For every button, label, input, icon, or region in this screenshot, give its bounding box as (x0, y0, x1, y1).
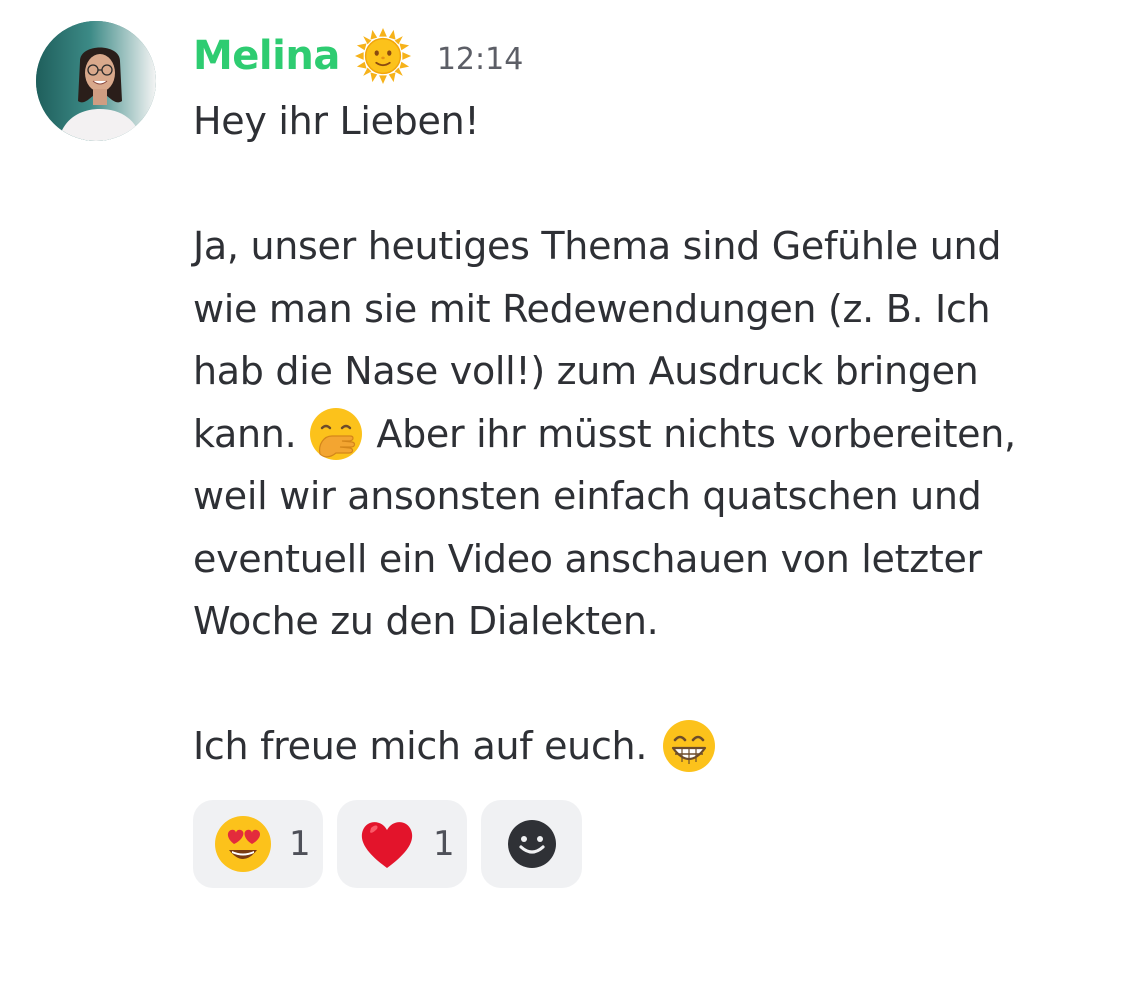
message-text: kann. (193, 411, 297, 456)
reaction-red-heart[interactable]: 1 (337, 800, 467, 888)
message-body: Hey ihr Lieben! Ja, unser heutiges Thema… (193, 90, 1113, 778)
message-line: Ja, unser heutiges Thema sind Gefühle un… (193, 224, 1002, 268)
message-line: eventuell ein Video anschauen von letzte… (193, 536, 982, 581)
message-line: hab die Nase voll!) zum Ausdruck bringen (193, 349, 979, 393)
message-line: Ich freue mich auf euch. (193, 715, 1113, 778)
reactions-bar: 1 1 (193, 800, 582, 888)
red-heart-icon (357, 814, 417, 874)
message-line: weil wir ansonsten einfach quatschen und (193, 474, 982, 518)
reaction-count: 1 (433, 824, 455, 864)
reaction-count: 1 (289, 824, 311, 864)
message-timestamp: 12:14 (436, 41, 524, 77)
add-reaction-smiley-icon (507, 820, 556, 868)
avatar[interactable] (36, 21, 156, 141)
reaction-heart-eyes[interactable]: 1 (193, 800, 323, 888)
message-line: wie man sie mit Redewendungen (z. B. Ich (193, 286, 991, 331)
message-header: Melina 12:14 (193, 26, 523, 86)
face-with-hand-over-mouth-icon (308, 406, 364, 462)
message-line: Hey ihr Lieben! (193, 99, 480, 143)
message-text: Aber ihr müsst nichts vorbereiten, (376, 411, 1016, 456)
chat-message: Melina 12:14 Hey ihr Lieben! Ja, unser h… (0, 0, 1125, 986)
avatar-photo (36, 21, 156, 141)
message-line: Woche zu den Dialekten. (193, 599, 659, 643)
heart-eyes-icon (213, 814, 273, 874)
grinning-face-with-smiling-eyes-icon (661, 718, 717, 774)
add-reaction-button[interactable] (481, 800, 582, 888)
message-line: kann. Aber ihr müsst nichts vorbereiten, (193, 403, 1113, 466)
message-text: Ich freue mich auf euch. (193, 724, 648, 768)
sun-with-face-icon (354, 27, 412, 85)
author-name[interactable]: Melina (193, 33, 340, 79)
